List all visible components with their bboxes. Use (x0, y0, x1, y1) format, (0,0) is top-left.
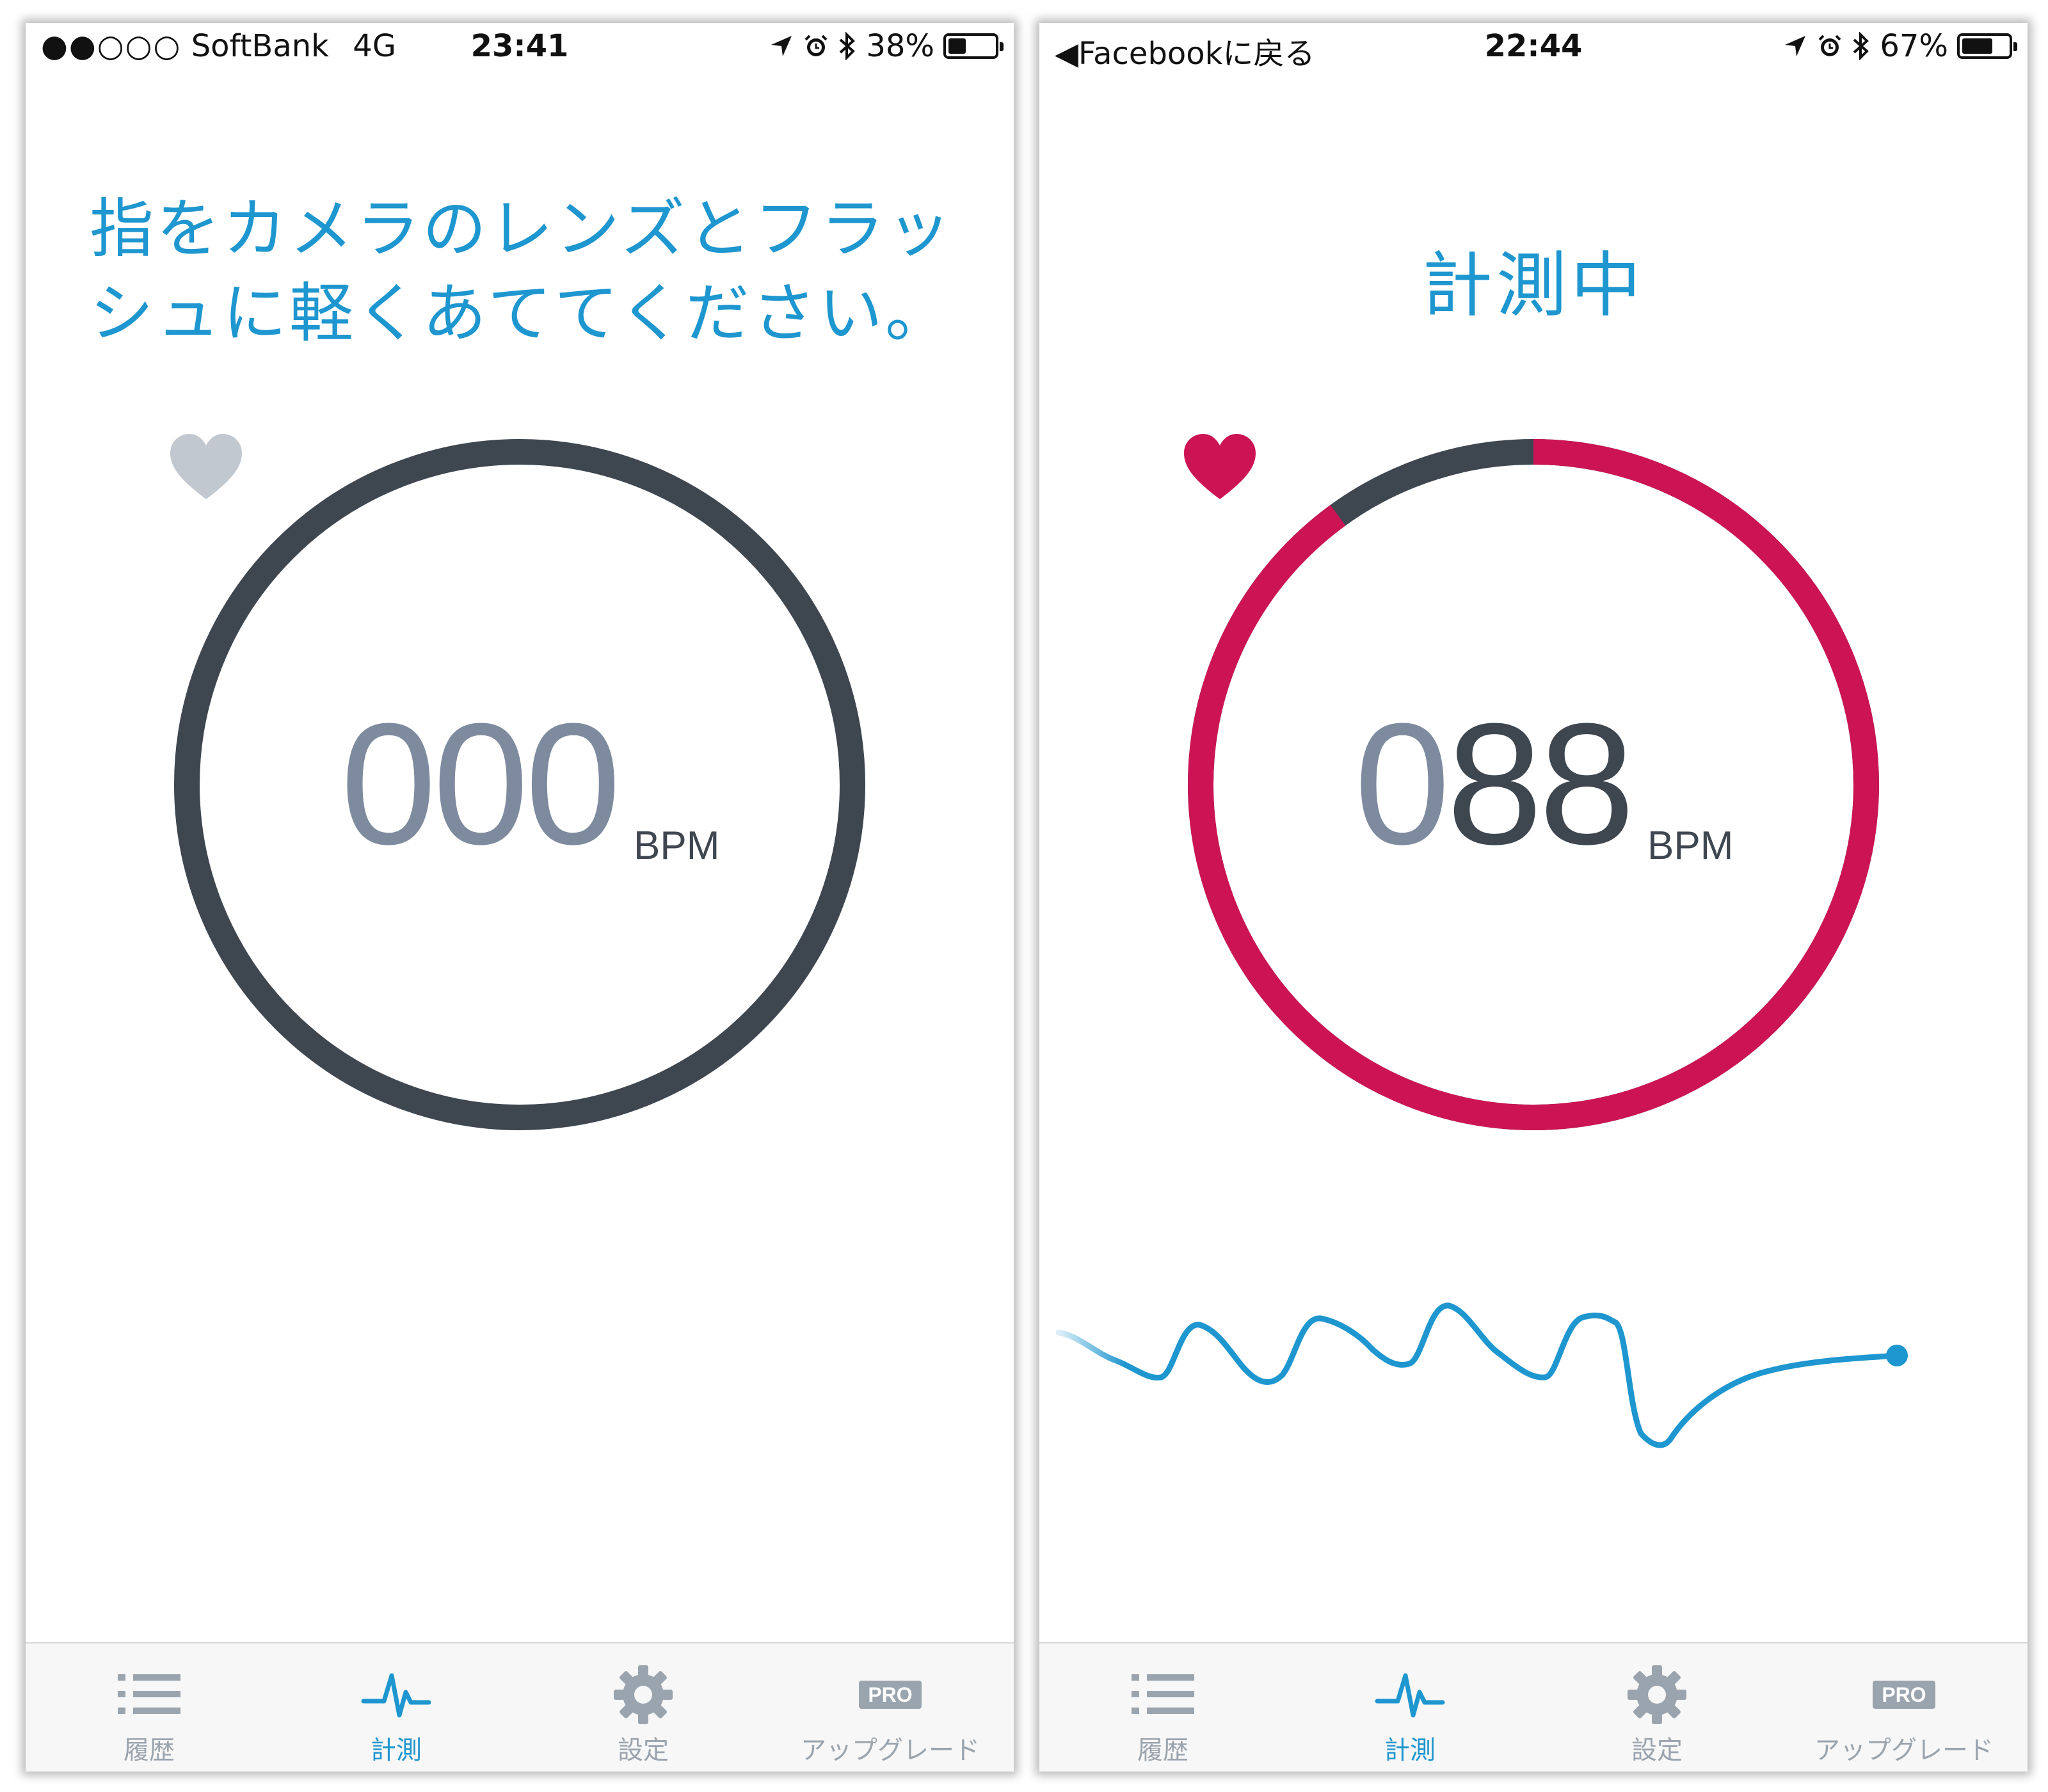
status-bar: ◀Facebookに戻る 22:44 67% (1039, 23, 2028, 72)
bpm-digits-muted: 000 (340, 688, 621, 881)
heart-rate-gauge: 088 BPM (1181, 433, 1885, 1137)
battery-icon (943, 33, 1004, 59)
tab-upgrade[interactable]: PRO アップグレード (1780, 1644, 2028, 1772)
status-indicators: 38% (769, 28, 1004, 64)
bpm-digits-active: 88 (1446, 688, 1635, 881)
alarm-clock-icon (804, 35, 828, 56)
status-bar: ●●○○○ SoftBank 4G 23:41 38% (26, 23, 1014, 72)
bpm-value: 000 (340, 689, 628, 881)
gear-icon (614, 1665, 673, 1724)
tab-measure-label: 計測 (371, 1736, 422, 1765)
battery-icon (1957, 33, 2017, 59)
alarm-clock-icon (1818, 35, 1841, 56)
location-arrow-icon (1785, 36, 1806, 56)
tab-history-label: 履歴 (1137, 1736, 1188, 1765)
tab-settings[interactable]: 設定 (1533, 1644, 1780, 1772)
pulse-waveform (1055, 1302, 1908, 1448)
measuring-title: 計測中 (1422, 244, 1645, 326)
battery-percent: 38% (866, 28, 934, 64)
phone-screen-idle: ●●○○○ SoftBank 4G 23:41 38% 指をカメラのレンズとフラ… (26, 23, 1014, 1772)
tab-history[interactable]: 履歴 (1039, 1644, 1286, 1772)
list-icon (118, 1674, 180, 1714)
instruction-text: 指をカメラのレンズとフラッシュに軽くあててください。 (90, 191, 954, 351)
tab-measure-label: 計測 (1384, 1736, 1436, 1765)
pulse-icon (1375, 1673, 1445, 1718)
heart-rate-gauge: 000 BPM (168, 433, 872, 1137)
pro-badge-icon: PRO (859, 1681, 922, 1709)
tab-measure[interactable]: 計測 (1286, 1644, 1533, 1772)
battery-level-fill (948, 38, 966, 54)
bottom-tab-bar: 履歴 計測 設定 PRO アップグレード (26, 1642, 1014, 1772)
battery-percent: 67% (1880, 28, 1948, 64)
pulse-icon (361, 1673, 431, 1718)
bpm-unit-label: BPM (634, 824, 720, 868)
bpm-digits-muted: 0 (1354, 688, 1450, 881)
bottom-tab-bar: 履歴 計測 設定 PRO アップグレード (1039, 1642, 2028, 1772)
status-indicators: 67% (1782, 28, 2017, 64)
pro-badge-text: PRO (1882, 1683, 1926, 1706)
phone-screen-measuring: ◀Facebookに戻る 22:44 67% 計測中 088 BPM 履歴 計測… (1039, 23, 2028, 1772)
bpm-unit-label: BPM (1647, 824, 1734, 868)
tab-settings-label: 設定 (1631, 1736, 1683, 1765)
tab-upgrade-label: アップグレード (801, 1736, 980, 1765)
tab-history[interactable]: 履歴 (26, 1644, 273, 1772)
heart-icon (170, 434, 242, 499)
bluetooth-icon (1853, 32, 1869, 60)
pro-badge-icon: PRO (1873, 1681, 1935, 1709)
waveform-line (1055, 1302, 1900, 1448)
list-icon (1132, 1674, 1194, 1714)
waveform-current-point (1886, 1345, 1908, 1366)
tab-measure[interactable]: 計測 (273, 1644, 520, 1772)
battery-level-fill (1962, 38, 1992, 54)
pro-badge-text: PRO (868, 1683, 912, 1706)
tab-upgrade[interactable]: PRO アップグレード (767, 1644, 1014, 1772)
tab-settings-label: 設定 (618, 1736, 669, 1765)
bpm-value: 088 (1354, 689, 1642, 881)
location-arrow-icon (771, 36, 792, 56)
gear-icon (1628, 1665, 1686, 1724)
tab-history-label: 履歴 (124, 1736, 175, 1765)
screenshot-canvas: ●●○○○ SoftBank 4G 23:41 38% 指をカメラのレンズとフラ… (0, 0, 2048, 1792)
tab-upgrade-label: アップグレード (1814, 1736, 1994, 1765)
heart-icon (1184, 434, 1256, 499)
tab-settings[interactable]: 設定 (520, 1644, 767, 1772)
bluetooth-icon (839, 32, 856, 60)
